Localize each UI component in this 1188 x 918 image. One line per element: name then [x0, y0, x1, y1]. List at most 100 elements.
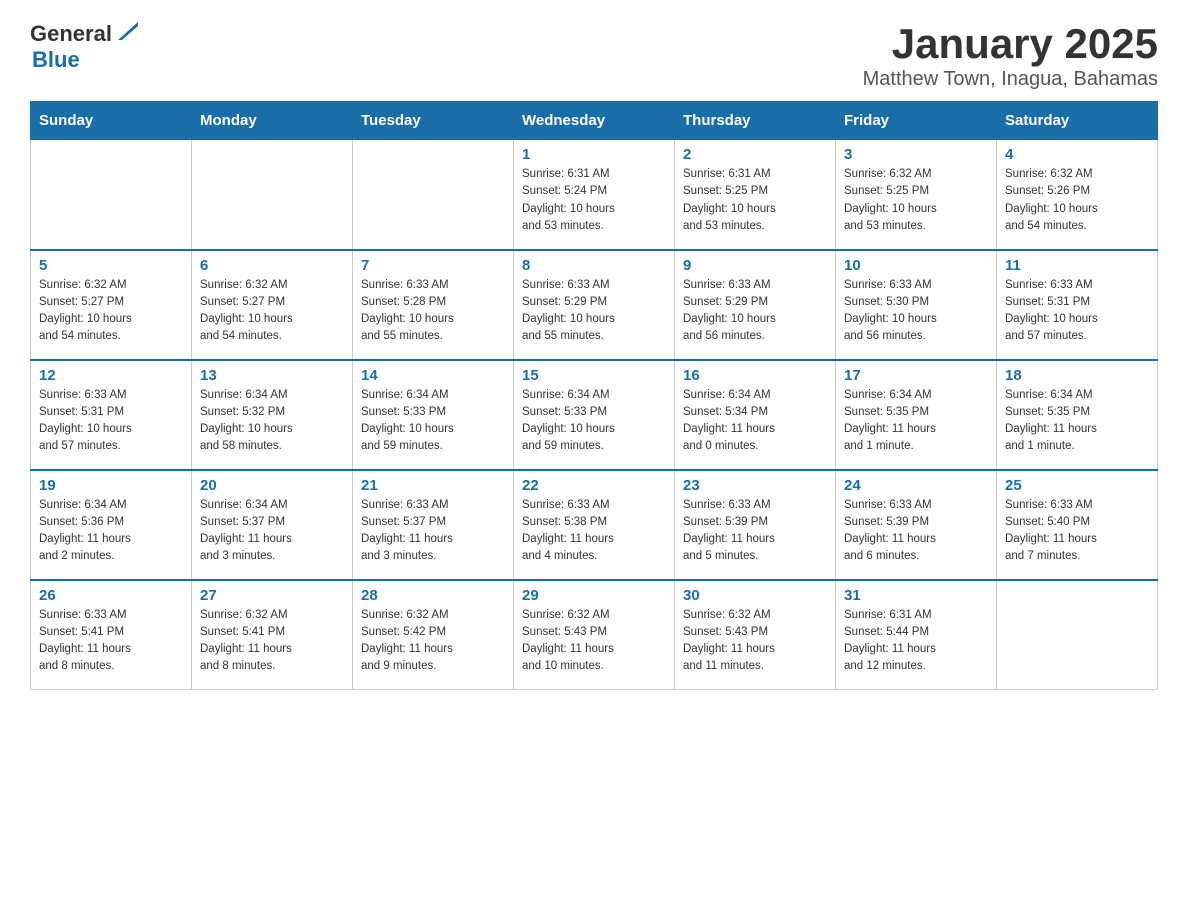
calendar-cell: 23 Sunrise: 6:33 AM Sunset: 5:39 PM Dayli… [675, 470, 836, 580]
day-info: Sunrise: 6:32 AM Sunset: 5:25 PM Dayligh… [844, 166, 988, 235]
calendar-cell: 13Sunrise: 6:34 AM Sunset: 5:32 PM Dayli… [192, 360, 353, 470]
logo: General Blue [30, 20, 138, 73]
day-number: 24 [844, 477, 988, 494]
calendar-cell: 21 Sunrise: 6:33 AM Sunset: 5:37 PM Dayli… [353, 470, 514, 580]
calendar-cell: 15Sunrise: 6:34 AM Sunset: 5:33 PM Dayli… [514, 360, 675, 470]
day-info: Sunrise: 6:32 AM Sunset: 5:41 PM Dayligh… [200, 607, 344, 676]
calendar-cell: 24 Sunrise: 6:33 AM Sunset: 5:39 PM Dayli… [836, 470, 997, 580]
calendar-week-1: 1 Sunrise: 6:31 AM Sunset: 5:24 PM Daylig… [31, 140, 1158, 250]
day-number: 2 [683, 146, 827, 163]
day-number: 25 [1005, 477, 1149, 494]
day-info: Sunrise: 6:32 AM Sunset: 5:42 PM Dayligh… [361, 607, 505, 676]
day-number: 23 [683, 477, 827, 494]
calendar-cell [997, 580, 1158, 690]
day-info: Sunrise: 6:34 AM Sunset: 5:34 PM Dayligh… [683, 387, 827, 456]
day-number: 26 [39, 587, 183, 604]
day-info: Sunrise: 6:34 AM Sunset: 5:36 PM Dayligh… [39, 497, 183, 566]
calendar-cell: 17 Sunrise: 6:34 AM Sunset: 5:35 PM Dayli… [836, 360, 997, 470]
day-info: Sunrise: 6:33 AM Sunset: 5:31 PM Dayligh… [1005, 277, 1149, 346]
day-info: Sunrise: 6:34 AM Sunset: 5:33 PM Dayligh… [361, 387, 505, 456]
calendar-cell: 6 Sunrise: 6:32 AM Sunset: 5:27 PM Daylig… [192, 250, 353, 360]
calendar-cell: 3 Sunrise: 6:32 AM Sunset: 5:25 PM Daylig… [836, 140, 997, 250]
day-info: Sunrise: 6:32 AM Sunset: 5:27 PM Dayligh… [39, 277, 183, 346]
calendar-cell: 27Sunrise: 6:32 AM Sunset: 5:41 PM Dayli… [192, 580, 353, 690]
day-info: Sunrise: 6:32 AM Sunset: 5:26 PM Dayligh… [1005, 166, 1149, 235]
day-number: 12 [39, 367, 183, 384]
day-info: Sunrise: 6:33 AM Sunset: 5:41 PM Dayligh… [39, 607, 183, 676]
calendar-cell [192, 140, 353, 250]
day-number: 19 [39, 477, 183, 494]
day-info: Sunrise: 6:33 AM Sunset: 5:28 PM Dayligh… [361, 277, 505, 346]
logo-general-text: General [30, 21, 112, 47]
day-number: 1 [522, 146, 666, 163]
calendar-cell: 20 Sunrise: 6:34 AM Sunset: 5:37 PM Dayli… [192, 470, 353, 580]
calendar-col-sunday: Sunday [31, 102, 192, 140]
day-number: 18 [1005, 367, 1149, 384]
day-info: Sunrise: 6:33 AM Sunset: 5:37 PM Dayligh… [361, 497, 505, 566]
calendar-cell: 26 Sunrise: 6:33 AM Sunset: 5:41 PM Dayli… [31, 580, 192, 690]
calendar-cell: 1 Sunrise: 6:31 AM Sunset: 5:24 PM Daylig… [514, 140, 675, 250]
day-info: Sunrise: 6:32 AM Sunset: 5:43 PM Dayligh… [683, 607, 827, 676]
day-info: Sunrise: 6:32 AM Sunset: 5:43 PM Dayligh… [522, 607, 666, 676]
day-number: 21 [361, 477, 505, 494]
page-header: General Blue January 2025 Matthew Town, … [30, 20, 1158, 91]
day-number: 3 [844, 146, 988, 163]
calendar-col-wednesday: Wednesday [514, 102, 675, 140]
calendar-week-3: 12 Sunrise: 6:33 AM Sunset: 5:31 PM Dayli… [31, 360, 1158, 470]
calendar-col-thursday: Thursday [675, 102, 836, 140]
logo-triangle-icon [116, 20, 138, 47]
day-info: Sunrise: 6:31 AM Sunset: 5:24 PM Dayligh… [522, 166, 666, 235]
day-number: 4 [1005, 146, 1149, 163]
day-info: Sunrise: 6:33 AM Sunset: 5:29 PM Dayligh… [522, 277, 666, 346]
calendar-cell [31, 140, 192, 250]
calendar-week-2: 5Sunrise: 6:32 AM Sunset: 5:27 PM Daylig… [31, 250, 1158, 360]
page-subtitle: Matthew Town, Inagua, Bahamas [863, 68, 1158, 91]
day-number: 6 [200, 257, 344, 274]
calendar-cell: 7 Sunrise: 6:33 AM Sunset: 5:28 PM Daylig… [353, 250, 514, 360]
calendar-cell: 4 Sunrise: 6:32 AM Sunset: 5:26 PM Daylig… [997, 140, 1158, 250]
day-info: Sunrise: 6:31 AM Sunset: 5:44 PM Dayligh… [844, 607, 988, 676]
day-info: Sunrise: 6:33 AM Sunset: 5:38 PM Dayligh… [522, 497, 666, 566]
calendar-cell: 5Sunrise: 6:32 AM Sunset: 5:27 PM Daylig… [31, 250, 192, 360]
day-info: Sunrise: 6:31 AM Sunset: 5:25 PM Dayligh… [683, 166, 827, 235]
title-area: January 2025 Matthew Town, Inagua, Baham… [863, 20, 1158, 91]
calendar-week-4: 19 Sunrise: 6:34 AM Sunset: 5:36 PM Dayli… [31, 470, 1158, 580]
day-info: Sunrise: 6:32 AM Sunset: 5:27 PM Dayligh… [200, 277, 344, 346]
calendar-col-saturday: Saturday [997, 102, 1158, 140]
day-info: Sunrise: 6:34 AM Sunset: 5:33 PM Dayligh… [522, 387, 666, 456]
calendar-col-friday: Friday [836, 102, 997, 140]
calendar-header-row: SundayMondayTuesdayWednesdayThursdayFrid… [31, 102, 1158, 140]
calendar-body: 1 Sunrise: 6:31 AM Sunset: 5:24 PM Daylig… [31, 140, 1158, 690]
day-info: Sunrise: 6:33 AM Sunset: 5:40 PM Dayligh… [1005, 497, 1149, 566]
day-info: Sunrise: 6:33 AM Sunset: 5:39 PM Dayligh… [844, 497, 988, 566]
day-info: Sunrise: 6:34 AM Sunset: 5:32 PM Dayligh… [200, 387, 344, 456]
day-number: 29 [522, 587, 666, 604]
calendar-cell: 19 Sunrise: 6:34 AM Sunset: 5:36 PM Dayli… [31, 470, 192, 580]
day-number: 8 [522, 257, 666, 274]
calendar-week-5: 26 Sunrise: 6:33 AM Sunset: 5:41 PM Dayli… [31, 580, 1158, 690]
day-number: 14 [361, 367, 505, 384]
day-number: 28 [361, 587, 505, 604]
calendar-cell: 9Sunrise: 6:33 AM Sunset: 5:29 PM Daylig… [675, 250, 836, 360]
day-number: 16 [683, 367, 827, 384]
calendar-cell: 12 Sunrise: 6:33 AM Sunset: 5:31 PM Dayli… [31, 360, 192, 470]
day-number: 11 [1005, 257, 1149, 274]
day-info: Sunrise: 6:33 AM Sunset: 5:29 PM Dayligh… [683, 277, 827, 346]
day-number: 20 [200, 477, 344, 494]
calendar-cell: 30Sunrise: 6:32 AM Sunset: 5:43 PM Dayli… [675, 580, 836, 690]
day-info: Sunrise: 6:33 AM Sunset: 5:31 PM Dayligh… [39, 387, 183, 456]
calendar-cell: 18Sunrise: 6:34 AM Sunset: 5:35 PM Dayli… [997, 360, 1158, 470]
day-info: Sunrise: 6:34 AM Sunset: 5:37 PM Dayligh… [200, 497, 344, 566]
day-number: 31 [844, 587, 988, 604]
day-info: Sunrise: 6:33 AM Sunset: 5:39 PM Dayligh… [683, 497, 827, 566]
calendar-cell: 14 Sunrise: 6:34 AM Sunset: 5:33 PM Dayli… [353, 360, 514, 470]
day-number: 17 [844, 367, 988, 384]
calendar-col-tuesday: Tuesday [353, 102, 514, 140]
calendar-cell: 28 Sunrise: 6:32 AM Sunset: 5:42 PM Dayli… [353, 580, 514, 690]
day-number: 22 [522, 477, 666, 494]
calendar-col-monday: Monday [192, 102, 353, 140]
calendar-cell: 10Sunrise: 6:33 AM Sunset: 5:30 PM Dayli… [836, 250, 997, 360]
day-info: Sunrise: 6:34 AM Sunset: 5:35 PM Dayligh… [844, 387, 988, 456]
day-number: 7 [361, 257, 505, 274]
calendar-cell: 22 Sunrise: 6:33 AM Sunset: 5:38 PM Dayli… [514, 470, 675, 580]
